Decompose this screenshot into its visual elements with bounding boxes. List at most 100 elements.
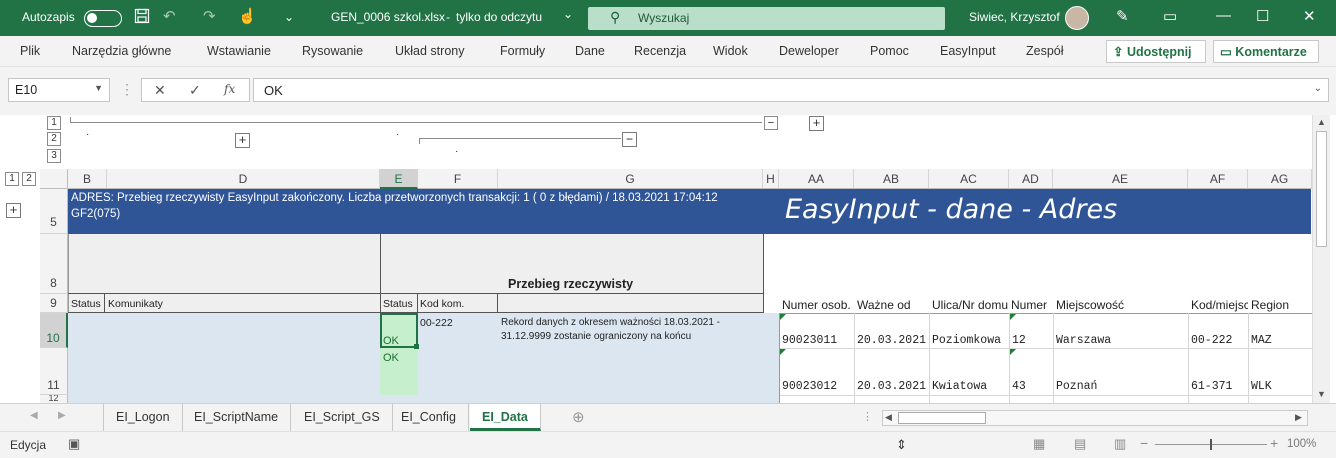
sheet-tab-ei-script-gs[interactable]: EI_Script_GS bbox=[292, 404, 393, 431]
page-break-view-icon[interactable]: ▥ bbox=[1114, 436, 1126, 452]
collapse-group-button[interactable]: − bbox=[622, 132, 637, 147]
name-box[interactable]: E10 ▼ bbox=[8, 78, 110, 102]
cell-f10-code[interactable]: 00-222 bbox=[420, 317, 453, 329]
tab-help[interactable]: Pomoc bbox=[870, 44, 909, 58]
normal-view-icon[interactable]: ▦ bbox=[1033, 436, 1045, 452]
row-header-9[interactable]: 9 bbox=[40, 294, 68, 313]
worksheet-grid[interactable]: 1 2 3 1 2 − + · + · − · + B D E F G H AA… bbox=[0, 115, 1336, 403]
row-header-5[interactable]: 5 bbox=[40, 189, 68, 234]
formula-input[interactable]: OK ⌄ bbox=[253, 78, 1329, 102]
tab-developer[interactable]: Deweloper bbox=[779, 44, 839, 58]
pen-icon[interactable]: ✎ bbox=[1116, 7, 1129, 25]
zoom-level[interactable]: 100% bbox=[1287, 438, 1316, 450]
sheet-tab-ei-data[interactable]: EI_Data bbox=[470, 404, 541, 431]
zoom-in-icon[interactable]: + bbox=[1270, 435, 1278, 451]
comments-button[interactable]: ▭ Komentarze bbox=[1213, 40, 1319, 63]
tab-split-icon[interactable]: ⋮ bbox=[862, 410, 873, 423]
touch-mode-icon[interactable]: ☝ bbox=[238, 8, 257, 26]
cell-e11-status[interactable]: OK bbox=[383, 352, 399, 364]
zoom-slider-thumb[interactable] bbox=[1210, 439, 1212, 450]
outline-level-1[interactable]: 1 bbox=[47, 116, 61, 130]
column-header-e[interactable]: E bbox=[380, 169, 418, 189]
cell-ag11[interactable]: WLK bbox=[1251, 380, 1272, 393]
cell-af11[interactable]: 61-371 bbox=[1191, 380, 1232, 393]
cell-ae11[interactable]: Poznań bbox=[1056, 380, 1097, 393]
expand-rows-button[interactable]: + bbox=[6, 203, 21, 218]
column-header-d[interactable]: D bbox=[107, 169, 380, 189]
tab-view[interactable]: Widok bbox=[713, 44, 748, 58]
expand-button[interactable]: + bbox=[809, 116, 824, 131]
select-all-corner[interactable] bbox=[40, 169, 68, 189]
prev-sheet-icon[interactable]: ◀ bbox=[30, 410, 38, 421]
vertical-scrollbar[interactable]: ▲ ▼ bbox=[1312, 115, 1330, 403]
tab-formulas[interactable]: Formuły bbox=[500, 44, 545, 58]
cell-aa11[interactable]: 90023012 bbox=[782, 380, 837, 393]
cell-g10-message-1[interactable]: Rekord danych z okresem ważności 18.03.2… bbox=[501, 317, 720, 328]
share-button[interactable]: ⇪ Udostępnij bbox=[1106, 40, 1206, 63]
sheet-tab-ei-config[interactable]: EI_Config bbox=[389, 404, 469, 431]
page-layout-view-icon[interactable]: ▤ bbox=[1074, 436, 1086, 452]
row-outline-level-2[interactable]: 2 bbox=[22, 172, 36, 186]
cell-ac11[interactable]: Kwiatowa bbox=[932, 380, 987, 393]
tab-page-layout[interactable]: Układ strony bbox=[395, 44, 464, 58]
cell-ac10[interactable]: Poziomkowa bbox=[932, 334, 1008, 347]
column-header-af[interactable]: AF bbox=[1188, 169, 1248, 189]
outline-level-3[interactable]: 3 bbox=[47, 149, 61, 163]
fill-handle[interactable] bbox=[414, 344, 419, 349]
row-header-10[interactable]: 10 bbox=[40, 313, 68, 348]
row-header-11[interactable]: 11 bbox=[40, 348, 68, 395]
column-header-f[interactable]: F bbox=[418, 169, 498, 189]
cell-ab11[interactable]: 20.03.2021 bbox=[857, 380, 926, 393]
zoom-out-icon[interactable]: − bbox=[1140, 435, 1148, 451]
tab-easyinput[interactable]: EasyInput bbox=[940, 44, 996, 58]
cell-aa10[interactable]: 90023011 bbox=[782, 334, 837, 347]
redo-icon[interactable]: ↷ bbox=[203, 8, 216, 26]
undo-icon[interactable]: ↶ bbox=[163, 8, 176, 26]
scroll-down-icon[interactable]: ▼ bbox=[1317, 389, 1326, 399]
expand-formula-icon[interactable]: ⌄ bbox=[1314, 83, 1322, 94]
sheet-tab-ei-scriptname[interactable]: EI_ScriptName bbox=[182, 404, 292, 431]
avatar[interactable] bbox=[1065, 6, 1089, 30]
cell-af10[interactable]: 00-222 bbox=[1191, 334, 1232, 347]
tab-review[interactable]: Recenzja bbox=[634, 44, 686, 58]
tab-draw[interactable]: Rysowanie bbox=[302, 44, 363, 58]
cell-ad10[interactable]: 12 bbox=[1012, 334, 1026, 347]
title-chevron-icon[interactable]: ⌄ bbox=[563, 7, 573, 21]
column-header-ag[interactable]: AG bbox=[1248, 169, 1312, 189]
insert-function-icon[interactable]: fx bbox=[224, 82, 235, 96]
cancel-icon[interactable]: ✕ bbox=[154, 82, 166, 99]
column-header-b[interactable]: B bbox=[68, 169, 107, 189]
row-header-8[interactable]: 8 bbox=[40, 234, 68, 294]
tab-home[interactable]: Narzędzia główne bbox=[72, 44, 171, 58]
save-icon[interactable] bbox=[134, 8, 150, 29]
vertical-scroll-thumb[interactable] bbox=[1316, 131, 1327, 247]
macro-record-icon[interactable]: ▣ bbox=[68, 436, 80, 452]
collapse-button[interactable]: − bbox=[764, 116, 778, 130]
column-header-g[interactable]: G bbox=[498, 169, 763, 189]
column-header-ab[interactable]: AB bbox=[854, 169, 929, 189]
user-name[interactable]: Siwiec, Krzysztof bbox=[969, 10, 1060, 24]
close-icon[interactable]: ✕ bbox=[1303, 7, 1316, 25]
customize-icon[interactable]: ⌄ bbox=[284, 8, 294, 26]
scroll-up-icon[interactable]: ▲ bbox=[1317, 117, 1326, 127]
autosave-toggle[interactable] bbox=[84, 10, 122, 27]
enter-icon[interactable]: ✓ bbox=[189, 82, 201, 99]
ribbon-display-icon[interactable]: ▭ bbox=[1163, 7, 1177, 25]
cell-ae10[interactable]: Warszawa bbox=[1056, 334, 1111, 347]
sheet-tab-ei-logon[interactable]: EI_Logon bbox=[104, 404, 183, 431]
tab-team[interactable]: Zespół bbox=[1026, 44, 1064, 58]
search-box[interactable]: ⚲ Wyszukaj bbox=[588, 7, 945, 30]
tab-file[interactable]: Plik bbox=[20, 44, 40, 58]
column-header-h[interactable]: H bbox=[763, 169, 779, 189]
cell-g10-message-2[interactable]: 31.12.9999 zostanie ograniczony na końcu bbox=[501, 331, 691, 342]
cell-ab10[interactable]: 20.03.2021 bbox=[857, 334, 926, 347]
name-box-dropdown-icon[interactable]: ▼ bbox=[94, 83, 103, 93]
expand-group-button[interactable]: + bbox=[235, 133, 250, 148]
minimize-icon[interactable]: — bbox=[1216, 7, 1231, 24]
tab-insert[interactable]: Wstawianie bbox=[207, 44, 271, 58]
cell-ag10[interactable]: MAZ bbox=[1251, 334, 1272, 347]
tab-data[interactable]: Dane bbox=[575, 44, 605, 58]
column-header-ae[interactable]: AE bbox=[1053, 169, 1188, 189]
column-header-ad[interactable]: AD bbox=[1009, 169, 1053, 189]
next-sheet-icon[interactable]: ▶ bbox=[58, 410, 66, 421]
